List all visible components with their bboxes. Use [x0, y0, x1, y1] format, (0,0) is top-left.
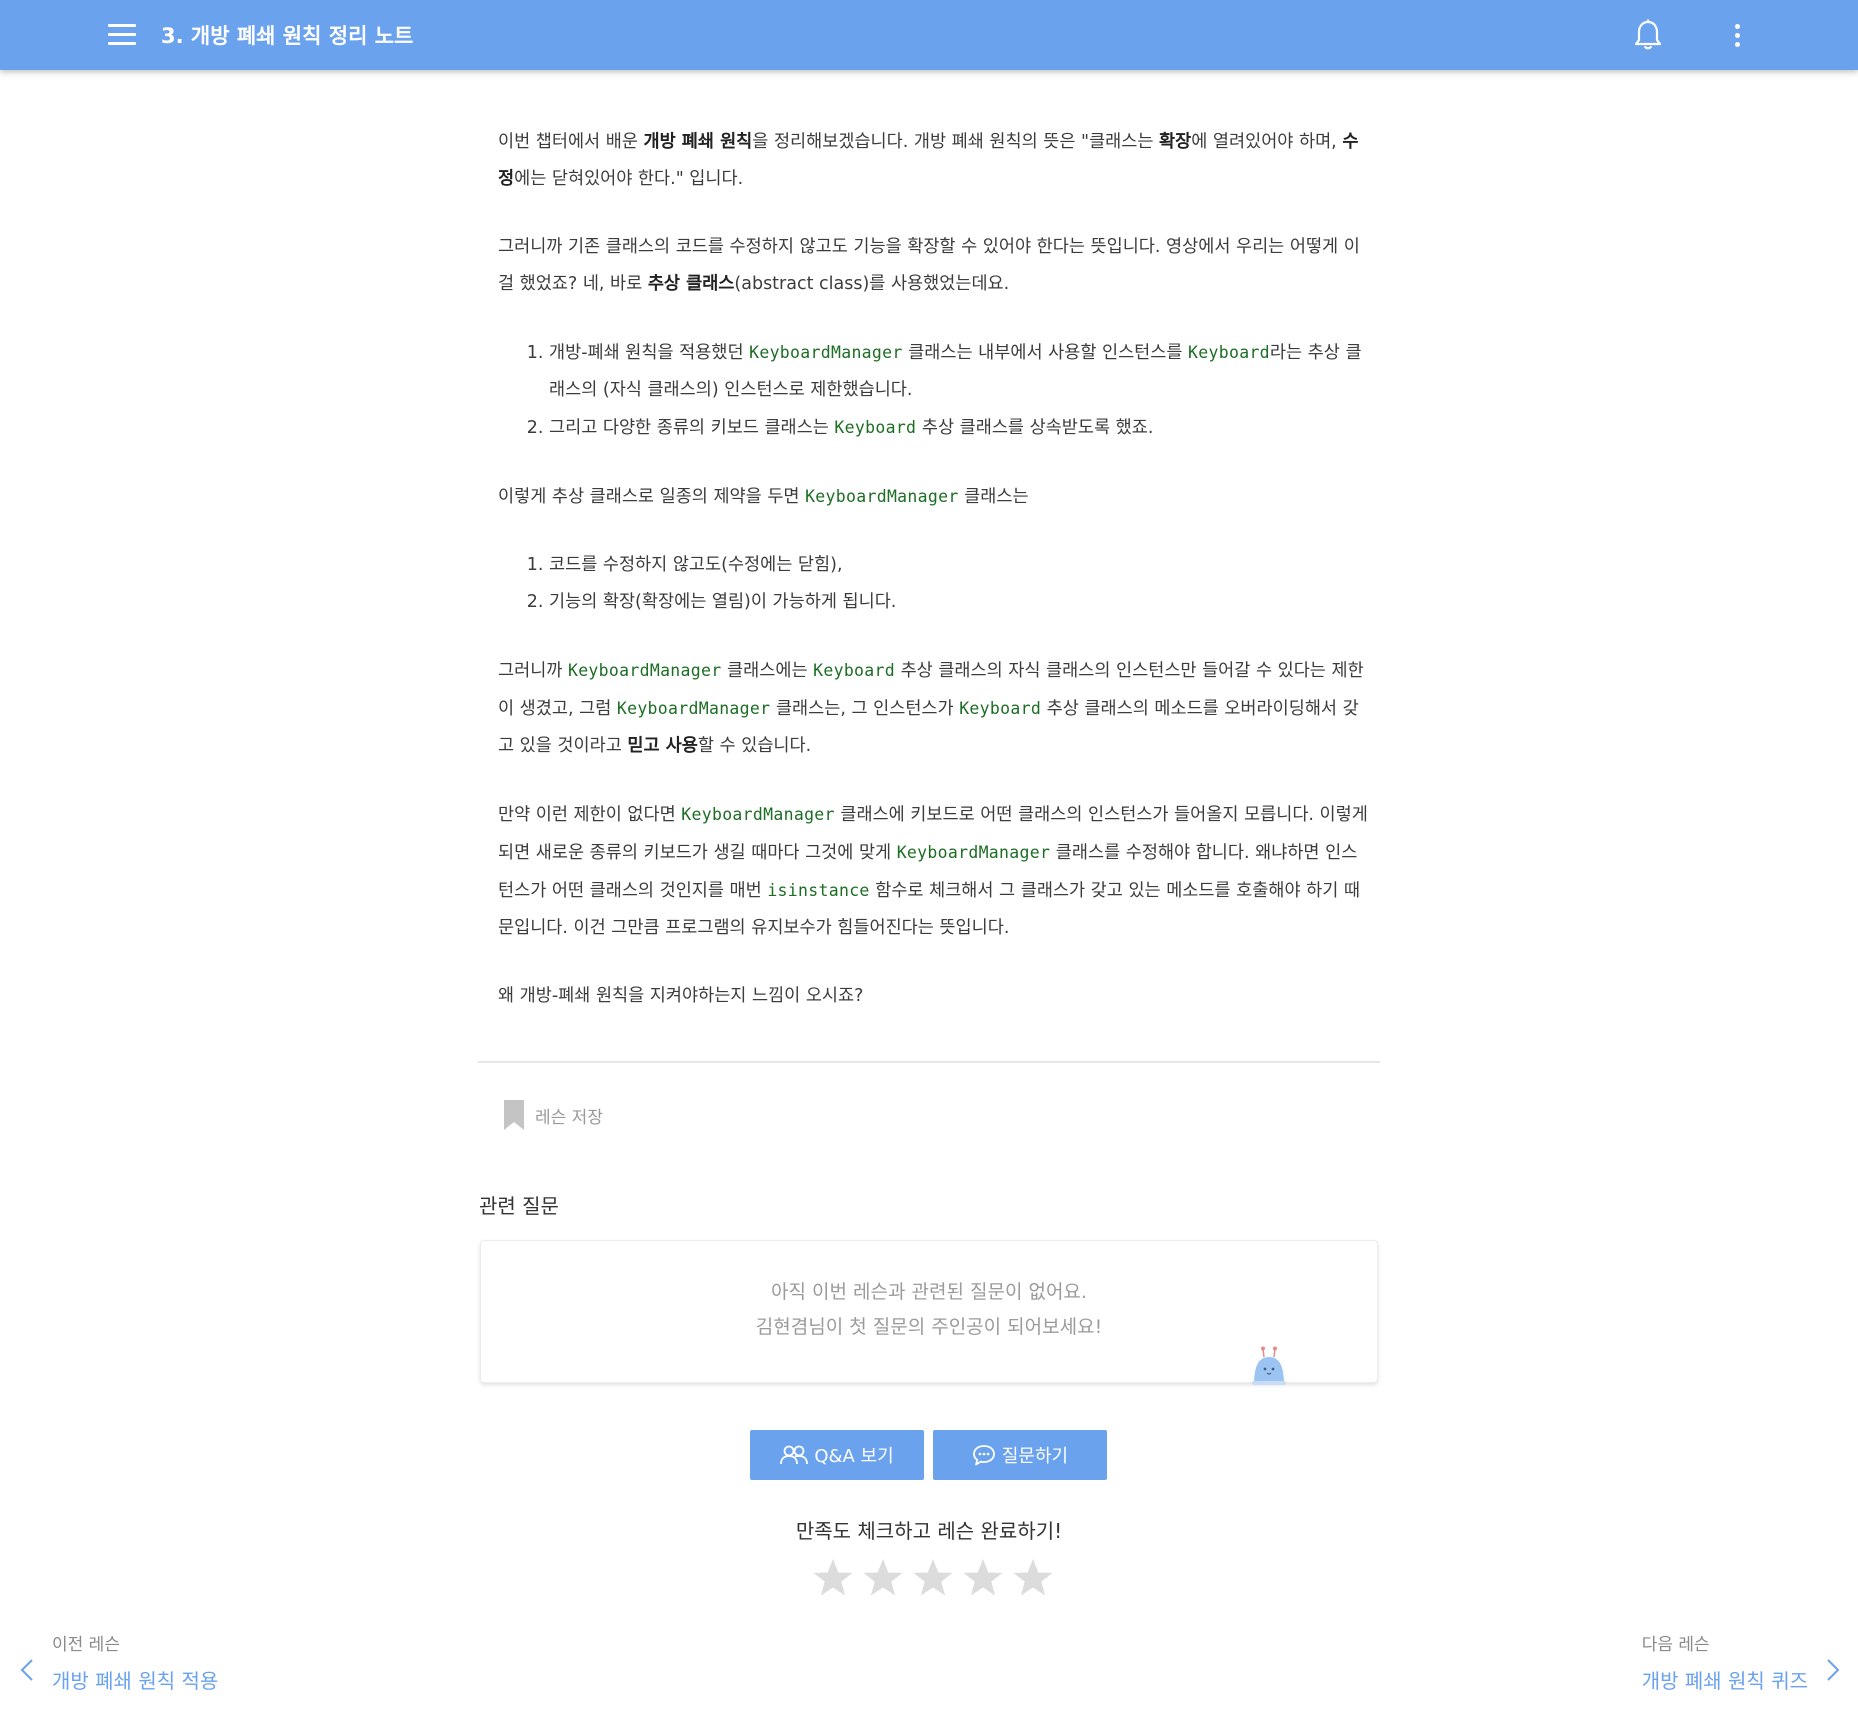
star-icon[interactable] — [958, 1553, 1008, 1603]
empty-message-line-1: 아직 이번 레슨과 관련된 질문이 없어요. — [771, 1281, 1087, 1303]
text: 을 정리해보겠습니다. 개방 폐쇄 원칙의 뜻은 "클래스는 — [752, 132, 1160, 152]
star-icon[interactable] — [808, 1553, 858, 1603]
paragraph-5: 만약 이런 제한이 없다면 KeyboardManager 클래스에 키보드로 … — [498, 796, 1368, 947]
previous-lesson-caption: 이전 레슨 — [52, 1635, 120, 1655]
inline-code: KeyboardManager — [616, 699, 771, 718]
inline-code: isinstance — [767, 881, 870, 900]
rating-stars — [808, 1553, 1058, 1603]
text: 에 열려있어야 하며, — [1191, 132, 1343, 152]
paragraph-3: 이렇게 추상 클래스로 일종의 제약을 두면 KeyboardManager 클… — [498, 478, 1368, 516]
text: 클래스는, 그 인스턴스가 — [770, 699, 960, 719]
bell-icon[interactable] — [1632, 18, 1664, 52]
text: 클래스는 — [958, 487, 1029, 507]
related-questions-title: 관련 질문 — [479, 1194, 559, 1218]
list-item: 개방-폐쇄 원칙을 적용했던 KeyboardManager 클래스는 내부에서… — [549, 334, 1368, 409]
chat-bubble-icon — [972, 1445, 995, 1466]
chevron-right-icon — [1827, 1659, 1840, 1681]
text: 에는 닫혀있어야 한다." 입니다. — [514, 169, 744, 189]
paragraph-4: 그러니까 KeyboardManager 클래스에는 Keyboard 추상 클… — [498, 652, 1368, 765]
text: 이번 챕터에서 배운 — [498, 132, 644, 152]
text: (abstract class)를 사용했었는데요. — [734, 274, 1010, 294]
inline-code: KeyboardManager — [896, 843, 1051, 862]
inline-code: KeyboardManager — [805, 487, 959, 506]
empty-message-line-2: 김현겸님이 첫 질문의 주인공이 되어보세요! — [755, 1316, 1103, 1338]
top-app-bar: 3. 개방 폐쇄 원칙 정리 노트 — [0, 0, 1858, 70]
users-icon — [780, 1445, 809, 1465]
text: 그러니까 — [498, 661, 568, 681]
ordered-list-1: 개방-폐쇄 원칙을 적용했던 KeyboardManager 클래스는 내부에서… — [498, 334, 1368, 447]
list-item: 그리고 다양한 종류의 키보드 클래스는 Keyboard 추상 클래스를 상속… — [549, 409, 1368, 447]
text: 그리고 다양한 종류의 키보드 클래스는 — [549, 418, 835, 438]
next-lesson-title: 개방 폐쇄 원칙 퀴즈 — [1641, 1669, 1808, 1693]
text: 만약 이런 제한이 없다면 — [498, 805, 682, 825]
chevron-left-icon — [20, 1659, 33, 1681]
inline-code: KeyboardManager — [567, 661, 722, 680]
bold-text: 추상 클래스 — [647, 274, 735, 294]
save-lesson-label: 레슨 저장 — [535, 1107, 603, 1128]
related-questions-card: 아직 이번 레슨과 관련된 질문이 없어요. 김현겸님이 첫 질문의 주인공이 … — [480, 1240, 1378, 1383]
star-icon[interactable] — [1008, 1553, 1058, 1603]
paragraph-6: 왜 개방-폐쇄 원칙을 지켜야하는지 느낌이 오시죠? — [498, 986, 864, 1006]
star-icon[interactable] — [908, 1553, 958, 1603]
paragraph-2: 그러니까 기존 클래스의 코드를 수정하지 않고도 기능을 확장할 수 있어야 … — [498, 229, 1368, 303]
ask-question-button[interactable]: 질문하기 — [933, 1430, 1107, 1480]
ask-question-label: 질문하기 — [1001, 1446, 1069, 1467]
inline-code: Keyboard — [959, 699, 1042, 718]
ordered-list-2: 코드를 수정하지 않고도(수정에는 닫힘), 기능의 확장(확장에는 열림)이 … — [498, 547, 1368, 621]
inline-code: KeyboardManager — [749, 343, 903, 362]
list-item: 기능의 확장(확장에는 열림)이 가능하게 됩니다. — [549, 584, 1368, 621]
content-divider — [478, 1061, 1380, 1063]
page-title: 3. 개방 폐쇄 원칙 정리 노트 — [161, 24, 414, 48]
lesson-content: 이번 챕터에서 배운 개방 폐쇄 원칙을 정리해보겠습니다. 개방 폐쇄 원칙의… — [498, 124, 1368, 1046]
list-item: 코드를 수정하지 않고도(수정에는 닫힘), — [549, 547, 1368, 584]
hamburger-menu-icon[interactable] — [108, 24, 136, 46]
inline-code: KeyboardManager — [681, 805, 835, 824]
text: 클래스에는 — [721, 661, 814, 681]
bold-text: 믿고 사용 — [627, 736, 698, 756]
text: 클래스는 내부에서 사용할 인스턴스를 — [902, 343, 1189, 363]
bold-text: 개방 폐쇄 원칙 — [643, 132, 753, 152]
more-vertical-icon[interactable] — [1726, 18, 1748, 52]
bold-text: 확장 — [1159, 132, 1192, 152]
previous-lesson-title: 개방 폐쇄 원칙 적용 — [52, 1669, 219, 1693]
qa-view-label: Q&A 보기 — [814, 1446, 894, 1467]
inline-code: Keyboard — [813, 661, 895, 680]
text: 추상 클래스를 상속받도록 했죠. — [916, 418, 1154, 438]
next-lesson-caption: 다음 레슨 — [1641, 1635, 1710, 1655]
rating-label: 만족도 체크하고 레슨 완료하기! — [795, 1519, 1063, 1543]
save-lesson-button[interactable]: 레슨 저장 — [503, 1100, 603, 1130]
text: 개방-폐쇄 원칙을 적용했던 — [549, 343, 750, 363]
text: 할 수 있습니다. — [697, 736, 812, 756]
qa-view-button[interactable]: Q&A 보기 — [750, 1430, 924, 1480]
star-icon[interactable] — [858, 1553, 908, 1603]
paragraph-1: 이번 챕터에서 배운 개방 폐쇄 원칙을 정리해보겠습니다. 개방 폐쇄 원칙의… — [498, 124, 1368, 198]
text: 이렇게 추상 클래스로 일종의 제약을 두면 — [498, 487, 806, 507]
inline-code: Keyboard — [834, 418, 917, 437]
inline-code: Keyboard — [1188, 343, 1270, 362]
bookmark-icon — [504, 1100, 524, 1130]
mascot-icon — [1252, 1346, 1286, 1385]
